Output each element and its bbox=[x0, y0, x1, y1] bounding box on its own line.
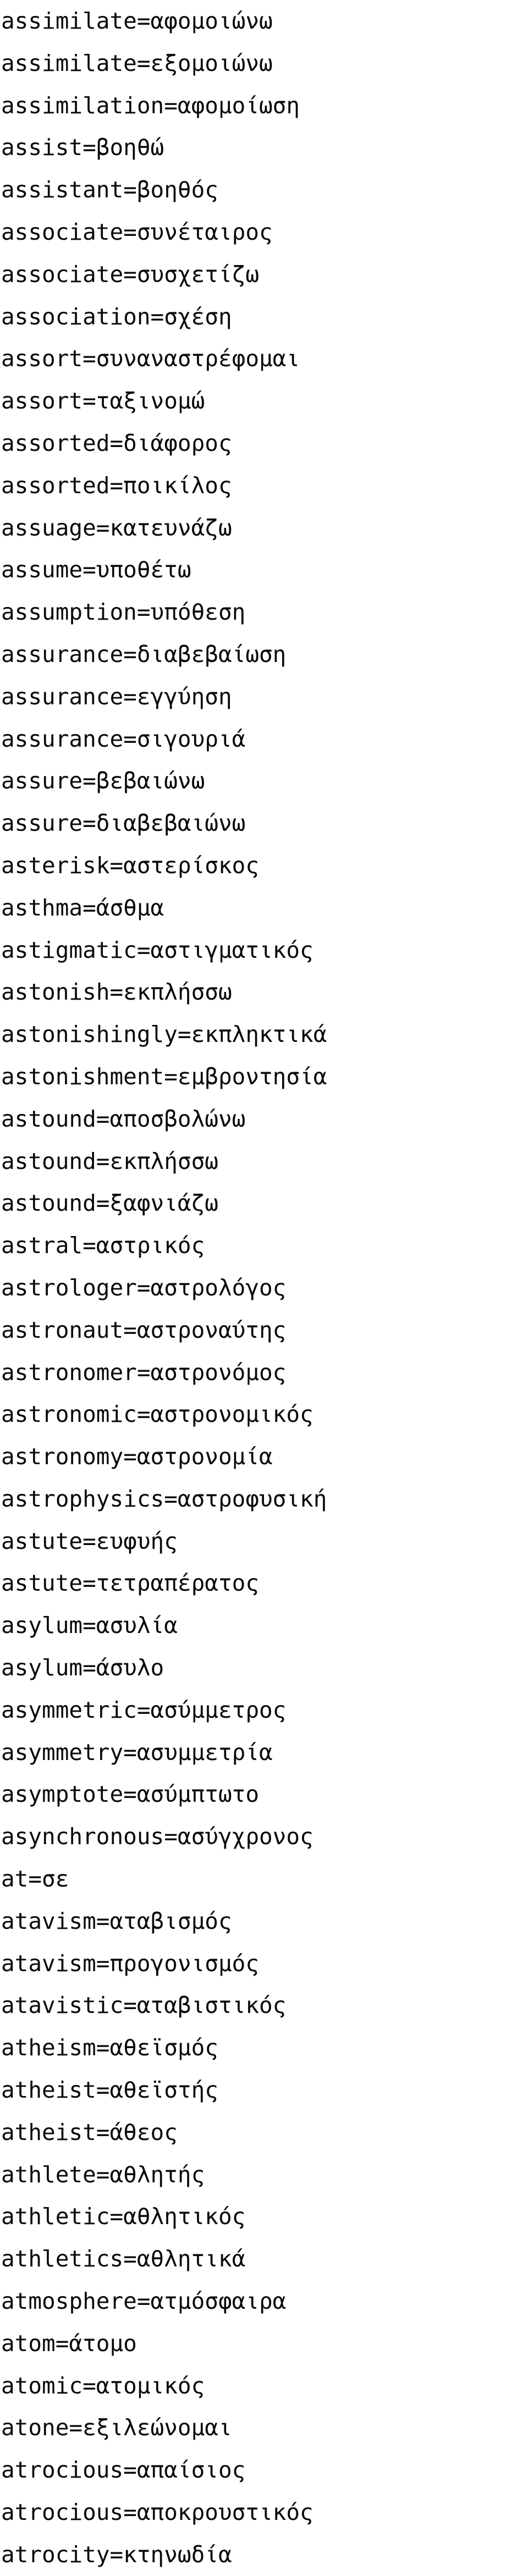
dictionary-entry: astronaut=αστροναύτης bbox=[1, 1316, 287, 1343]
dictionary-entry: atheist=άθεος bbox=[1, 2119, 178, 2145]
dictionary-entry: astrologer=αστρολόγος bbox=[1, 1274, 287, 1301]
dictionary-entry: assurance=εγγύηση bbox=[1, 683, 232, 710]
dictionary-entry: at=σε bbox=[1, 1866, 69, 1893]
dictionary-entry: astonishingly=εκπληκτικά bbox=[1, 1021, 327, 1048]
dictionary-entry: asthma=άσθμα bbox=[1, 894, 164, 921]
dictionary-entry: atrocious=αποκρουστικός bbox=[1, 2499, 314, 2526]
dictionary-entry: asynchronous=ασύγχρονος bbox=[1, 1823, 314, 1850]
dictionary-entry: astronomic=αστρονομικός bbox=[1, 1401, 314, 1428]
dictionary-entry: assure=βεβαιώνω bbox=[1, 768, 205, 795]
dictionary-entry: astound=αποσβολώνω bbox=[1, 1105, 246, 1132]
dictionary-entry: atavistic=αταβιστικός bbox=[1, 1992, 287, 2019]
dictionary-entry: atheist=αθεϊστής bbox=[1, 2077, 218, 2104]
dictionary-entry: atrocious=απαίσιος bbox=[1, 2457, 246, 2484]
dictionary-entry: assure=διαβεβαιώνω bbox=[1, 810, 246, 837]
dictionary-entry: astronomer=αστρονόμος bbox=[1, 1359, 287, 1386]
dictionary-entry: assist=βοηθώ bbox=[1, 134, 164, 161]
dictionary-entry: atone=εξιλεώνομαι bbox=[1, 2414, 232, 2441]
dictionary-entry: assume=υποθέτω bbox=[1, 556, 191, 583]
dictionary-entry: assimilation=αφομοίωση bbox=[1, 92, 300, 119]
dictionary-entry: atom=άτομο bbox=[1, 2330, 137, 2357]
dictionary-entry: atomic=ατομικός bbox=[1, 2372, 205, 2399]
dictionary-entry: asylum=ασυλία bbox=[1, 1612, 178, 1639]
dictionary-entry: assimilate=αφομοιώνω bbox=[1, 8, 273, 34]
dictionary-entry: astound=ξαφνιάζω bbox=[1, 1190, 218, 1217]
dictionary-entry: astute=ευφυής bbox=[1, 1527, 178, 1554]
dictionary-entry: asymmetry=ασυμμετρία bbox=[1, 1739, 273, 1766]
dictionary-entry: assort=ταξινομώ bbox=[1, 388, 205, 415]
dictionary-entry: asterisk=αστερίσκος bbox=[1, 852, 259, 879]
dictionary-entry: astronomy=αστρονομία bbox=[1, 1443, 273, 1470]
dictionary-entry: athletic=αθλητικός bbox=[1, 2203, 246, 2230]
dictionary-entry: assorted=ποικίλος bbox=[1, 472, 232, 499]
dictionary-entry: astral=αστρικός bbox=[1, 1232, 205, 1259]
dictionary-entry: asylum=άσυλο bbox=[1, 1654, 164, 1681]
dictionary-entry: astonishment=εμβροντησία bbox=[1, 1063, 327, 1090]
dictionary-entry: assuage=κατευνάζω bbox=[1, 514, 232, 541]
dictionary-entry: assimilate=εξομοιώνω bbox=[1, 49, 273, 76]
dictionary-entry: atrocity=κτηνωδία bbox=[1, 2541, 232, 2568]
dictionary-entry: athletics=αθλητικά bbox=[1, 2246, 246, 2272]
dictionary-entry: associate=συνέταιρος bbox=[1, 218, 273, 245]
dictionary-entry: astound=εκπλήσσω bbox=[1, 1148, 218, 1174]
dictionary-entry: asymptote=ασύμπτωτο bbox=[1, 1781, 259, 1808]
dictionary-entry: astute=τετραπέρατος bbox=[1, 1570, 259, 1597]
dictionary-entry: astonish=εκπλήσσω bbox=[1, 979, 232, 1006]
dictionary-entry: assurance=διαβεβαίωση bbox=[1, 641, 287, 668]
dictionary-entry: assurance=σιγουριά bbox=[1, 725, 246, 752]
dictionary-entry: assorted=διάφορος bbox=[1, 429, 232, 456]
dictionary-entry: asymmetric=ασύμμετρος bbox=[1, 1696, 287, 1723]
dictionary-entry: astigmatic=αστιγματικός bbox=[1, 936, 314, 963]
dictionary-entry: associate=συσχετίζω bbox=[1, 261, 259, 288]
dictionary-entry: assumption=υπόθεση bbox=[1, 599, 246, 626]
dictionary-entry: atmosphere=ατμόσφαιρα bbox=[1, 2288, 287, 2315]
dictionary-entry: assistant=βοηθός bbox=[1, 176, 218, 203]
dictionary-entry: astrophysics=αστροφυσική bbox=[1, 1485, 327, 1512]
dictionary-word-list: assimilate=αφομοιώνω assimilate=εξομοιώνω… bbox=[0, 0, 528, 2576]
dictionary-entry: association=σχέση bbox=[1, 303, 232, 330]
dictionary-entry: atavism=προγονισμός bbox=[1, 1950, 259, 1977]
dictionary-entry: atavism=αταβισμός bbox=[1, 1907, 232, 1934]
dictionary-entry: atheism=αθεϊσμός bbox=[1, 2034, 218, 2061]
dictionary-entry: assort=συναναστρέφομαι bbox=[1, 345, 300, 372]
dictionary-entry: athlete=αθλητής bbox=[1, 2161, 205, 2188]
